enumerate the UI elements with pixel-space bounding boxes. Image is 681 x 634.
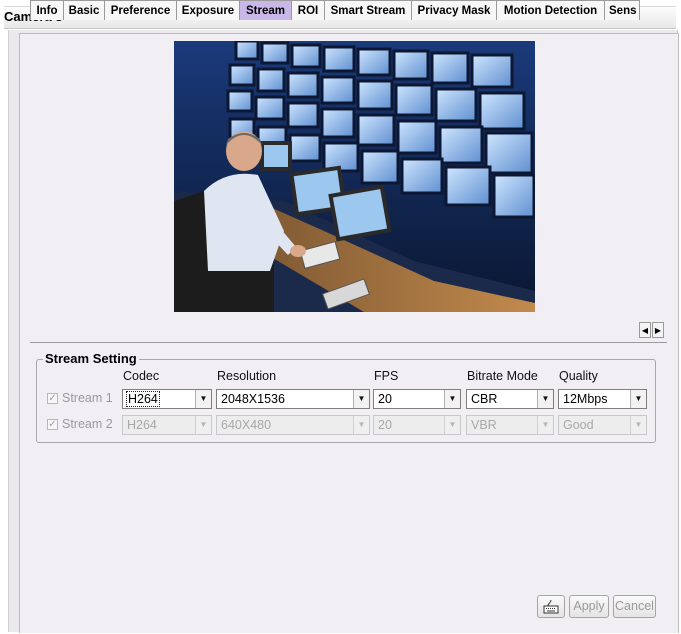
stream-2-quality-value: Good bbox=[563, 418, 594, 432]
stream-1-resolution-select[interactable]: 2048X1536 ▼ bbox=[216, 389, 370, 409]
stream-1-codec-value: H264 bbox=[126, 391, 160, 407]
chevron-down-icon: ▼ bbox=[537, 390, 553, 408]
keyboard-icon bbox=[543, 599, 559, 614]
chevron-left-icon[interactable]: ◀ bbox=[639, 322, 651, 338]
stream-2-codec-select[interactable]: H264 ▼ bbox=[122, 415, 212, 435]
tab-exposure[interactable]: Exposure bbox=[176, 0, 240, 20]
camera-preview-image bbox=[174, 41, 535, 312]
fps-header: FPS bbox=[374, 369, 399, 383]
tab-sens[interactable]: Sens bbox=[604, 0, 640, 20]
tab-motion-detection[interactable]: Motion Detection bbox=[496, 0, 605, 20]
stream-2-resolution-value: 640X480 bbox=[221, 418, 272, 432]
stream-1-bitrate-mode-select[interactable]: CBR ▼ bbox=[466, 389, 554, 409]
stream-2-checkbox[interactable]: ✓ bbox=[47, 419, 58, 430]
tab-stream[interactable]: Stream bbox=[239, 0, 292, 20]
stream-2-codec-value: H264 bbox=[127, 418, 157, 432]
stream-2-bitrate-mode-select[interactable]: VBR ▼ bbox=[466, 415, 554, 435]
chevron-down-icon: ▼ bbox=[195, 416, 211, 434]
tab-privacy-mask[interactable]: Privacy Mask bbox=[411, 0, 497, 20]
cancel-button[interactable]: Cancel bbox=[613, 595, 656, 618]
stream-1-bitrate-mode-value: CBR bbox=[471, 392, 498, 406]
stream-2-resolution-select[interactable]: 640X480 ▼ bbox=[216, 415, 370, 435]
stream-1-quality-value: 12Mbps bbox=[563, 392, 608, 406]
stream-2-fps-select[interactable]: 20 ▼ bbox=[373, 415, 461, 435]
stream-1-codec-select[interactable]: H264 ▼ bbox=[122, 389, 212, 409]
tab-content-border bbox=[30, 342, 667, 343]
stream-2-quality-select[interactable]: Good ▼ bbox=[558, 415, 647, 435]
stream-1-label: Stream 1 bbox=[62, 391, 113, 405]
stream-2-fps-value: 20 bbox=[378, 418, 392, 432]
stream-1-quality-select[interactable]: 12Mbps ▼ bbox=[558, 389, 647, 409]
tab-basic[interactable]: Basic bbox=[63, 0, 105, 20]
bitrate-mode-header: Bitrate Mode bbox=[467, 369, 538, 383]
chevron-down-icon: ▼ bbox=[353, 390, 369, 408]
tab-info[interactable]: Info bbox=[30, 0, 64, 20]
tab-smart-stream[interactable]: Smart Stream bbox=[324, 0, 412, 20]
chevron-down-icon: ▼ bbox=[630, 390, 646, 408]
stream-2-label: Stream 2 bbox=[62, 417, 113, 431]
stream-2-bitrate-mode-value: VBR bbox=[471, 418, 497, 432]
stream-1-fps-select[interactable]: 20 ▼ bbox=[373, 389, 461, 409]
stream-1-resolution-value: 2048X1536 bbox=[221, 392, 285, 406]
apply-button[interactable]: Apply bbox=[569, 595, 609, 618]
stream-setting-title: Stream Setting bbox=[43, 351, 139, 366]
chevron-down-icon: ▼ bbox=[630, 416, 646, 434]
resolution-header: Resolution bbox=[217, 369, 277, 383]
chevron-down-icon: ▼ bbox=[444, 416, 460, 434]
tab-preference[interactable]: Preference bbox=[104, 0, 177, 20]
stream-1-fps-value: 20 bbox=[378, 392, 392, 406]
chevron-down-icon: ▼ bbox=[537, 416, 553, 434]
codec-header: Codec bbox=[123, 369, 160, 383]
stream-1-checkbox[interactable]: ✓ bbox=[47, 393, 58, 404]
chevron-down-icon: ▼ bbox=[353, 416, 369, 434]
chevron-down-icon: ▼ bbox=[444, 390, 460, 408]
chevron-right-icon[interactable]: ▶ bbox=[652, 322, 664, 338]
quality-header: Quality bbox=[559, 369, 598, 383]
chevron-down-icon: ▼ bbox=[195, 390, 211, 408]
keyboard-button[interactable] bbox=[537, 595, 565, 618]
tab-roi[interactable]: ROI bbox=[291, 0, 325, 20]
